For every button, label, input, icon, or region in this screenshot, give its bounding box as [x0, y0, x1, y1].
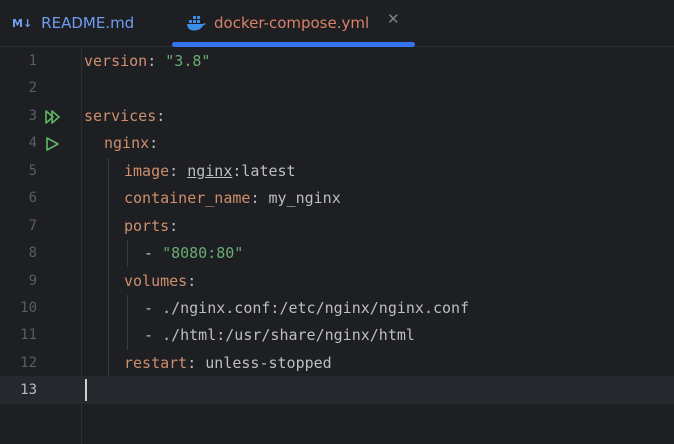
gutter-divider	[81, 47, 82, 444]
code-line-4: nginx:	[104, 130, 158, 157]
yaml-colon: :	[156, 107, 166, 125]
yaml-key: nginx	[104, 134, 150, 152]
code-line-6: container_name: my_nginx	[124, 185, 341, 212]
yaml-key: restart	[124, 354, 188, 372]
yaml-colon: :	[187, 272, 197, 290]
tab-docker-compose-label: docker-compose.yml	[214, 14, 370, 32]
tab-docker-compose[interactable]: docker-compose.yml	[186, 0, 369, 46]
line-number: 3	[28, 108, 37, 124]
close-tab-icon[interactable]: ✕	[387, 10, 400, 28]
yaml-dash: -	[144, 244, 163, 262]
yaml-value: ./html:/usr/share/nginx/html	[162, 326, 415, 344]
code-line-12: restart: unless-stopped	[124, 350, 332, 377]
editor-tab-bar: M↓ README.md docker-compose.yml ✕	[0, 0, 674, 47]
run-all-icon[interactable]	[44, 109, 62, 125]
yaml-colon: :	[187, 354, 206, 372]
indent-guide	[127, 240, 128, 267]
run-icon[interactable]	[44, 136, 62, 152]
line-number: 8	[28, 245, 37, 261]
yaml-dash: -	[144, 326, 163, 344]
yaml-colon: :	[169, 162, 188, 180]
line-number: 4	[28, 135, 37, 151]
code-line-7: ports:	[124, 213, 178, 240]
code-line-3: services:	[84, 103, 165, 130]
yaml-key: image	[124, 162, 170, 180]
yaml-string: "3.8"	[165, 52, 211, 70]
yaml-key: ports	[124, 217, 170, 235]
yaml-key: version	[84, 52, 148, 70]
yaml-colon: :	[250, 189, 269, 207]
yaml-string: "8080:80"	[162, 244, 244, 262]
yaml-value: ./nginx.conf:/etc/nginx/nginx.conf	[162, 299, 470, 317]
yaml-value: :latest	[232, 162, 296, 180]
yaml-key: container_name	[124, 189, 251, 207]
indent-guide	[127, 295, 128, 350]
line-number: 11	[20, 327, 37, 343]
line-number: 12	[20, 355, 37, 371]
yaml-colon: :	[149, 134, 159, 152]
line-number: 1	[28, 53, 37, 69]
yaml-colon: :	[147, 52, 166, 70]
yaml-colon: :	[169, 217, 179, 235]
code-line-10: - ./nginx.conf:/etc/nginx/nginx.conf	[144, 295, 469, 322]
tab-readme-label: README.md	[41, 14, 135, 32]
line-number-active: 13	[20, 382, 37, 398]
code-editor[interactable]: 1 2 3 4 5 6 7 8 9 10 11 12 13 version: "…	[0, 47, 674, 444]
code-line-5: image: nginx:latest	[124, 158, 296, 185]
yaml-dash: -	[144, 299, 163, 317]
code-line-8: - "8080:80"	[144, 240, 243, 267]
line-number: 2	[28, 80, 37, 96]
line-number: 6	[28, 190, 37, 206]
tab-readme[interactable]: M↓ README.md	[12, 0, 134, 46]
yaml-key: volumes	[124, 272, 188, 290]
code-line-9: volumes:	[124, 268, 196, 295]
markdown-icon: M↓	[12, 16, 33, 30]
line-number: 5	[28, 163, 37, 179]
yaml-value: my_nginx	[268, 189, 341, 207]
text-caret	[85, 379, 87, 401]
docker-icon	[187, 16, 206, 31]
yaml-value: unless-stopped	[205, 354, 332, 372]
code-line-1: version: "3.8"	[84, 48, 210, 75]
line-number: 10	[20, 300, 37, 316]
line-number: 7	[28, 218, 37, 234]
code-line-11: - ./html:/usr/share/nginx/html	[144, 322, 415, 349]
yaml-key: services	[84, 107, 157, 125]
indent-guide	[108, 158, 109, 377]
line-number: 9	[28, 273, 37, 289]
current-line-highlight	[0, 376, 674, 404]
image-reference-link[interactable]: nginx	[187, 162, 232, 180]
